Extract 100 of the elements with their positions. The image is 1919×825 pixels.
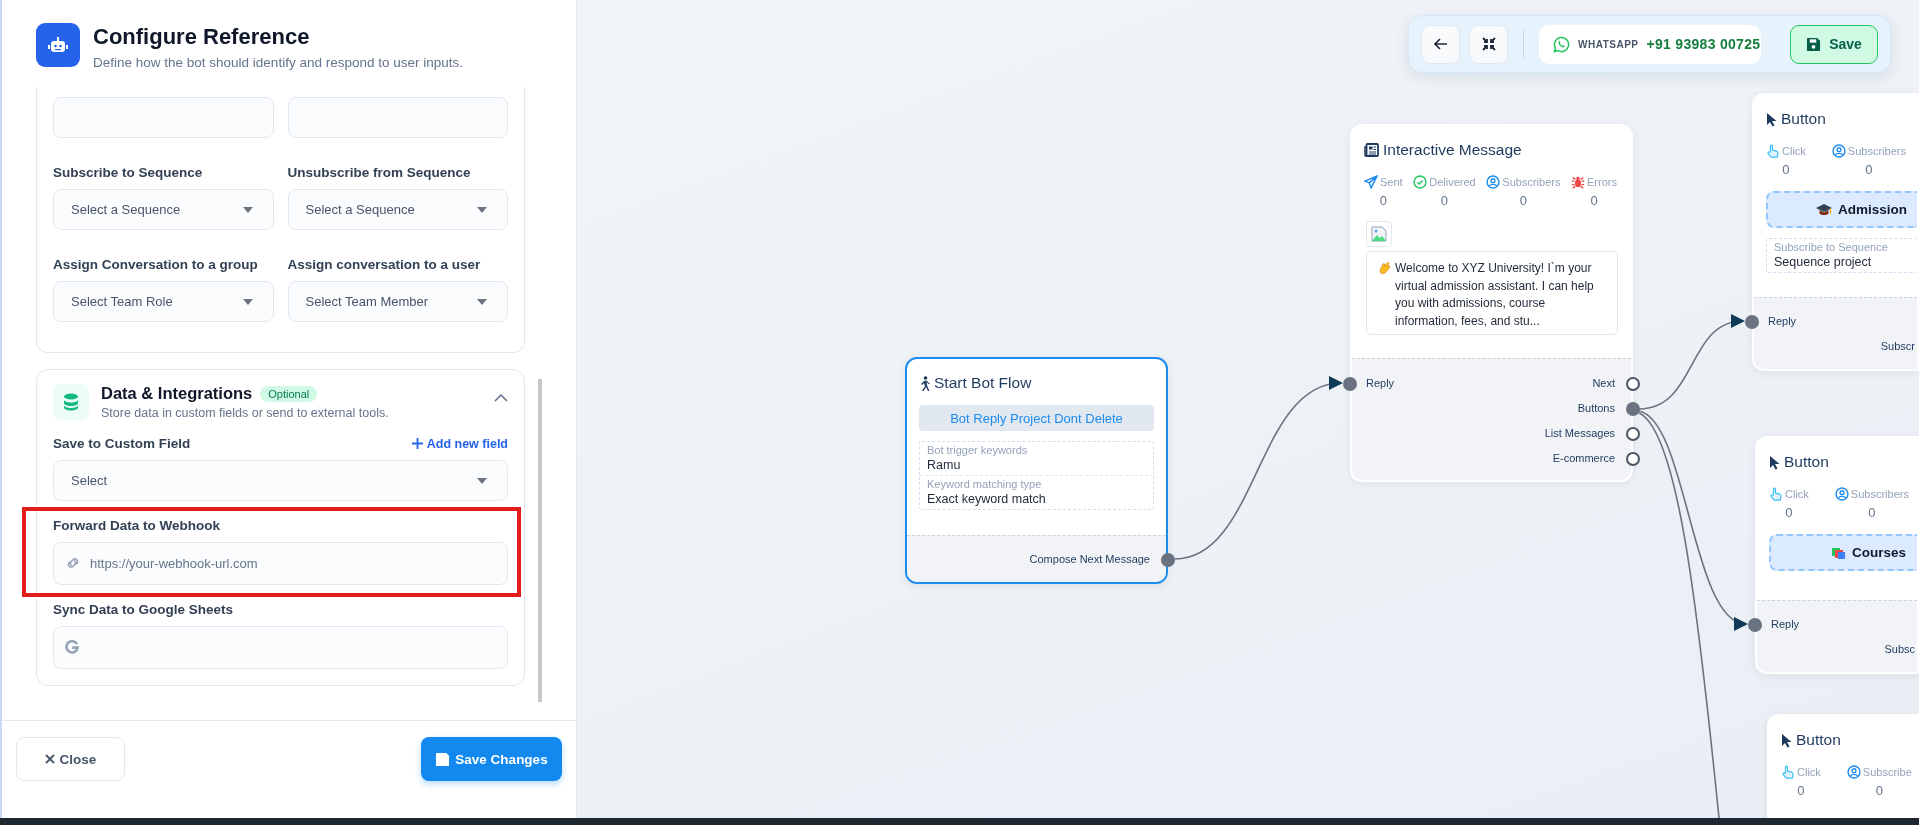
- reply-button[interactable]: Admission: [1766, 191, 1917, 228]
- walking-person-icon: [919, 375, 930, 391]
- detail-value: Sequence project: [1774, 255, 1873, 269]
- port-label: Subscr: [1880, 339, 1915, 352]
- collapse-button[interactable]: [1469, 24, 1508, 64]
- stat-value: 0: [1440, 193, 1449, 208]
- node-title: Interactive Message: [1383, 141, 1522, 159]
- stat-value: 0: [1519, 193, 1527, 208]
- connector-handle[interactable]: [1748, 617, 1762, 632]
- field-label: Unsubscribe from Sequence: [287, 165, 471, 180]
- stat-label: Sent: [1380, 176, 1403, 188]
- field-label: Assign Conversation to a group: [53, 257, 258, 272]
- stat-label: Delivered: [1429, 176, 1476, 188]
- stat-value: 0: [1782, 162, 1790, 177]
- node-card[interactable]: Button Click 0 Subscribers 0 Admission Subscribe to Sequence Sequence project Reply Subscr: [1752, 93, 1919, 371]
- user-circle-icon: [1831, 144, 1846, 158]
- newspaper-icon: [1364, 143, 1379, 157]
- section-title: Data & Integrations: [101, 384, 253, 403]
- detail-value: Ramu: [927, 458, 962, 472]
- close-icon: [44, 754, 55, 764]
- stat-value: 0: [1785, 505, 1793, 520]
- check-circle-icon: [1413, 175, 1428, 189]
- message-text: Welcome to XYZ University! I`m your virtual admission assistant. I can help you with admissions, course information, fees, and stu...: [1395, 260, 1595, 330]
- arrow-left-icon: [1433, 38, 1448, 50]
- database-icon: [53, 384, 89, 420]
- url-input[interactable]: https://your-webhook-url.com: [53, 542, 508, 585]
- connector-handle[interactable]: [1745, 314, 1759, 329]
- port-label: Buttons: [1577, 401, 1615, 414]
- collapse-arrows-icon: [1481, 37, 1496, 51]
- stat-label: Subscribers: [1847, 145, 1906, 157]
- link-icon: [65, 556, 81, 570]
- dropdown-select[interactable]: Select a Sequence: [287, 189, 508, 230]
- stat-value: 0: [1379, 193, 1387, 208]
- stat-label: Click: [1785, 488, 1809, 500]
- text-input[interactable]: [287, 97, 508, 138]
- field-label: Forward Data to Webhook: [53, 518, 220, 533]
- node-card[interactable]: Button Click 0 Subscribers 0 Courses Reply Subsc: [1755, 436, 1919, 674]
- stat-value: 0: [1875, 783, 1883, 798]
- dropdown-select[interactable]: Select Team Role: [53, 281, 274, 322]
- scrollbar-thumb[interactable]: [538, 379, 542, 702]
- node-card[interactable]: Button Click 0 Subscribe 0: [1767, 714, 1919, 818]
- port-label: Reply: [1768, 314, 1797, 327]
- stat-label: Errors: [1587, 176, 1617, 188]
- chevron-up-icon[interactable]: [494, 394, 508, 402]
- plus-icon: [411, 438, 423, 449]
- caret-icon: [477, 477, 487, 484]
- port-label: Next: [1592, 376, 1615, 389]
- user-circle-icon: [1486, 175, 1501, 189]
- node-title: Start Bot Flow: [934, 374, 1032, 392]
- stat-value: 0: [1868, 505, 1876, 520]
- stat-label: Click: [1797, 766, 1821, 778]
- graduation-cap-icon: [1816, 202, 1832, 217]
- dropdown-select[interactable]: Select: [53, 460, 508, 501]
- node-card[interactable]: Start Bot Flow Bot Reply Project Dont Delete Bot trigger keywords Ramu Keyword matching type Exact keyword match Compose Next Message: [905, 357, 1168, 584]
- cursor-icon: [1781, 732, 1792, 748]
- port-label: List Messages: [1544, 426, 1615, 439]
- flow-name-chip: Bot Reply Project Dont Delete: [919, 405, 1154, 431]
- cursor-icon: [1766, 111, 1777, 127]
- sheets-input[interactable]: [53, 626, 508, 669]
- stat-label: Subscribe: [1862, 766, 1912, 778]
- optional-badge: Optional: [260, 385, 318, 402]
- dropdown-select[interactable]: Select a Sequence: [53, 189, 274, 230]
- paper-plane-icon: [1364, 175, 1378, 189]
- pointing-hand-icon: [1769, 487, 1783, 501]
- robot-logo-icon: [36, 23, 80, 67]
- dropdown-select[interactable]: Select Team Member: [287, 281, 508, 322]
- stat-value: 0: [1797, 783, 1805, 798]
- node-card[interactable]: [1350, 124, 1633, 482]
- g-logo-icon: [65, 640, 79, 654]
- bug-icon: [1571, 175, 1585, 189]
- port-label: Subsc: [1884, 642, 1915, 655]
- save-changes-button[interactable]: Save Changes: [421, 737, 562, 781]
- node-title: Button: [1796, 731, 1841, 749]
- broken-image-icon: [1366, 221, 1392, 247]
- stat-label: Subscribers: [1850, 488, 1909, 500]
- caret-icon: [477, 298, 487, 305]
- port-label: Compose Next Message: [1029, 552, 1150, 565]
- text-input[interactable]: [53, 97, 274, 138]
- caret-icon: [242, 206, 253, 213]
- port-label: E-commerce: [1552, 451, 1615, 464]
- save-button[interactable]: Save: [1790, 24, 1878, 64]
- reply-button[interactable]: Courses: [1769, 534, 1917, 571]
- cursor-icon: [1769, 454, 1780, 470]
- connector-handle[interactable]: [1343, 376, 1357, 391]
- panel-title: Configure Reference: [93, 24, 311, 50]
- stat-value: 0: [1590, 193, 1598, 208]
- caret-icon: [242, 298, 253, 305]
- phone-number: +91 93983 00725: [1646, 36, 1761, 52]
- panel-subtitle: Define how the bot should identify and respond to user inputs.: [93, 55, 463, 70]
- user-circle-icon: [1846, 765, 1861, 779]
- caret-icon: [477, 206, 487, 213]
- pointing-hand-icon: [1766, 144, 1780, 158]
- node-title: Button: [1784, 453, 1829, 471]
- whatsapp-icon: [1553, 35, 1570, 53]
- close-button[interactable]: Close: [16, 737, 125, 781]
- field-label: Save to Custom Field: [53, 436, 191, 451]
- add-field-link[interactable]: Add new field: [411, 436, 508, 451]
- back-button[interactable]: [1421, 24, 1460, 64]
- field-label: Assign conversation to a user: [287, 257, 481, 272]
- section-subtitle: Store data in custom fields or send to external tools.: [101, 406, 389, 420]
